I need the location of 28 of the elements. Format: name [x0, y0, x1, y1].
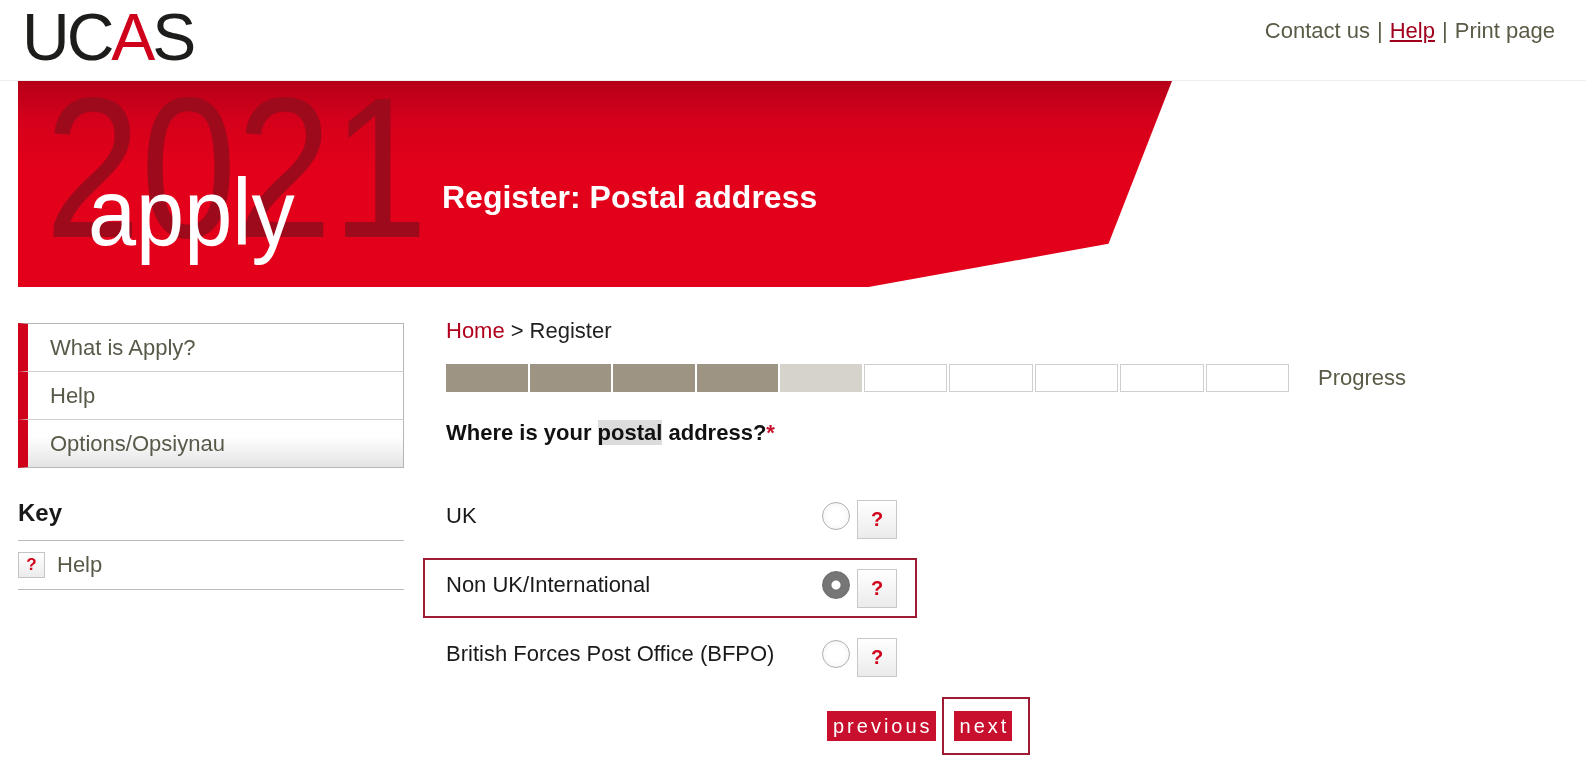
sidebar-item[interactable]: What is Apply?	[18, 323, 404, 372]
header-link[interactable]: Contact us	[1264, 18, 1370, 44]
key-label: Help	[57, 552, 103, 578]
help-key-symbol: ?	[18, 552, 45, 578]
help-button[interactable]: ?	[857, 569, 897, 608]
nav-button[interactable]: previous	[827, 711, 936, 741]
header-link[interactable]: Help	[1389, 18, 1435, 44]
breadcrumb-link[interactable]: Home	[446, 318, 505, 344]
option-label: UK	[446, 502, 478, 530]
nav-button[interactable]: next	[953, 711, 1013, 741]
link-separator: |	[1377, 18, 1383, 44]
help-button[interactable]: ?	[857, 500, 897, 539]
sidebar-item[interactable]: Options/Opsiynau	[18, 420, 404, 468]
page-title: Register: Postal address	[442, 178, 818, 216]
radio-button[interactable]	[822, 571, 850, 599]
question-text: Where is your postal address?*	[446, 420, 775, 446]
radio-button[interactable]	[822, 502, 850, 530]
key-heading: Key	[18, 499, 63, 527]
option-label: British Forces Post Office (BFPO)	[446, 640, 776, 668]
option-label: Non UK/International	[446, 571, 652, 599]
breadcrumb-current: Register	[529, 318, 612, 344]
link-separator: |	[1442, 18, 1448, 44]
header-link[interactable]: Print page	[1454, 18, 1555, 44]
breadcrumb-separator: >	[510, 318, 524, 344]
progress-label: Progress	[1318, 365, 1407, 391]
ucas-logo: UCAS	[22, 4, 195, 70]
radio-button[interactable]	[822, 640, 850, 668]
help-button[interactable]: ?	[857, 638, 897, 677]
